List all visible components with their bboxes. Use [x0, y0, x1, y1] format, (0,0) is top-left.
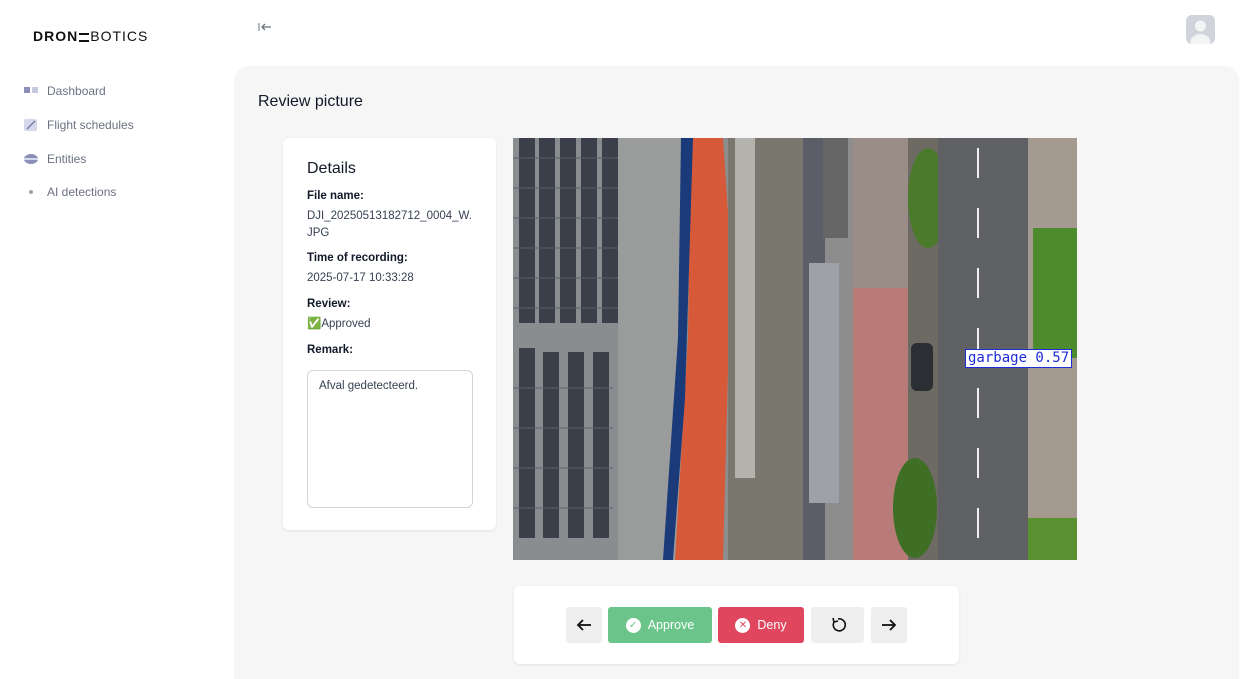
action-bar: ✓ Approve ✕ Deny	[514, 586, 959, 664]
next-button[interactable]	[871, 607, 907, 643]
details-card: Details File name: DJI_20250513182712_00…	[283, 138, 496, 530]
logo-bold-text: DRON	[33, 28, 79, 44]
approve-button[interactable]: ✓ Approve	[608, 607, 712, 643]
logo-light-text: BOTICS	[90, 28, 149, 44]
dot-icon	[24, 185, 38, 199]
dashboard-icon	[24, 84, 38, 98]
collapse-left-icon[interactable]	[258, 20, 274, 36]
remark-label: Remark:	[307, 344, 354, 356]
arrow-left-icon	[576, 619, 591, 631]
deny-button[interactable]: ✕ Deny	[718, 607, 804, 643]
reset-button[interactable]	[811, 607, 864, 643]
sidebar-item-label: Entities	[47, 152, 87, 166]
main-panel: Review picture Details File name: DJI_20…	[234, 66, 1239, 679]
flight-schedules-icon	[24, 118, 38, 132]
sidebar-item-ai-detections[interactable]: AI detections	[24, 181, 116, 203]
file-name-value: DJI_20250513182712_0004_W.JPG	[307, 210, 472, 239]
brand-logo[interactable]: DRON BOTICS	[33, 28, 148, 44]
sidebar: DRON BOTICS Dashboard Flight schedules En…	[0, 0, 234, 679]
sidebar-item-label: AI detections	[47, 185, 117, 199]
time-label: Time of recording:	[307, 252, 408, 264]
sidebar-item-entities[interactable]: Entities	[24, 148, 86, 170]
sidebar-item-label: Dashboard	[47, 84, 106, 98]
approve-label: Approve	[647, 618, 695, 632]
detection-label: garbage 0.57	[965, 349, 1073, 368]
review-label: Review:	[307, 298, 351, 310]
remark-field[interactable]: Afval gedetecteerd.	[307, 370, 473, 508]
previous-button[interactable]	[566, 607, 602, 643]
time-value: 2025-07-17 10:33:28	[307, 272, 414, 284]
review-image: garbage 0.57	[513, 138, 1077, 560]
deny-label: Deny	[757, 618, 787, 632]
arrow-right-icon	[882, 619, 897, 631]
user-avatar-icon[interactable]	[1186, 15, 1215, 44]
x-circle-icon: ✕	[735, 617, 751, 633]
sidebar-item-label: Flight schedules	[47, 118, 134, 132]
page-title: Review picture	[258, 93, 363, 110]
entities-icon	[24, 152, 38, 166]
details-title: Details	[307, 160, 356, 177]
sidebar-item-dashboard[interactable]: Dashboard	[24, 80, 106, 102]
sidebar-item-flight-schedules[interactable]: Flight schedules	[24, 114, 134, 136]
review-value: ✅Approved	[307, 318, 371, 330]
check-circle-icon: ✓	[625, 617, 641, 633]
logo-stripes-icon	[79, 32, 90, 42]
file-name-label: File name:	[307, 190, 364, 202]
rotate-icon	[831, 617, 846, 632]
